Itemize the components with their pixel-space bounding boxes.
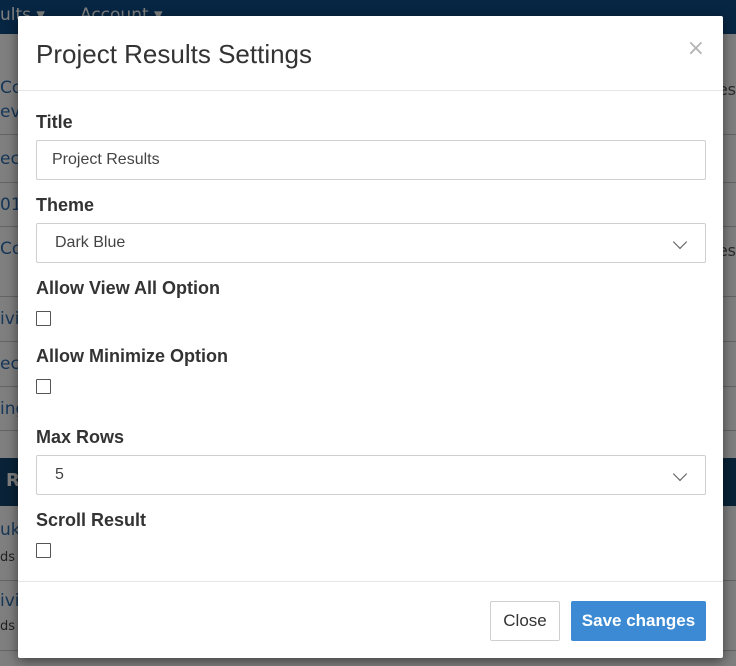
close-button[interactable]: Close (490, 601, 560, 641)
allow-minimize-label: Allow Minimize Option (36, 346, 228, 366)
title-label: Title (36, 112, 73, 132)
close-icon[interactable]: × (687, 36, 705, 61)
scroll-result-label: Scroll Result (36, 510, 147, 530)
max-rows-label: Max Rows (36, 427, 125, 447)
theme-select[interactable]: Dark Blue (36, 223, 706, 263)
allow-view-all-label: Allow View All Option (36, 278, 221, 298)
title-input[interactable]: Project Results (36, 140, 706, 180)
modal-header: Project Results Settings × (18, 16, 723, 91)
allow-view-all-checkbox[interactable] (36, 311, 51, 326)
settings-modal: Project Results Settings × Title Project… (18, 16, 723, 658)
max-rows-select[interactable]: 5 (36, 455, 706, 495)
save-changes-button[interactable]: Save changes (571, 601, 706, 641)
max-rows-select-value: 5 (55, 466, 64, 483)
modal-footer: Close Save changes (18, 581, 723, 658)
theme-label: Theme (36, 195, 95, 215)
chevron-down-icon (672, 234, 688, 250)
allow-minimize-checkbox[interactable] (36, 379, 51, 394)
scroll-result-checkbox[interactable] (36, 543, 51, 558)
theme-select-value: Dark Blue (55, 234, 126, 251)
modal-title: Project Results Settings (36, 39, 313, 69)
chevron-down-icon (672, 466, 688, 482)
